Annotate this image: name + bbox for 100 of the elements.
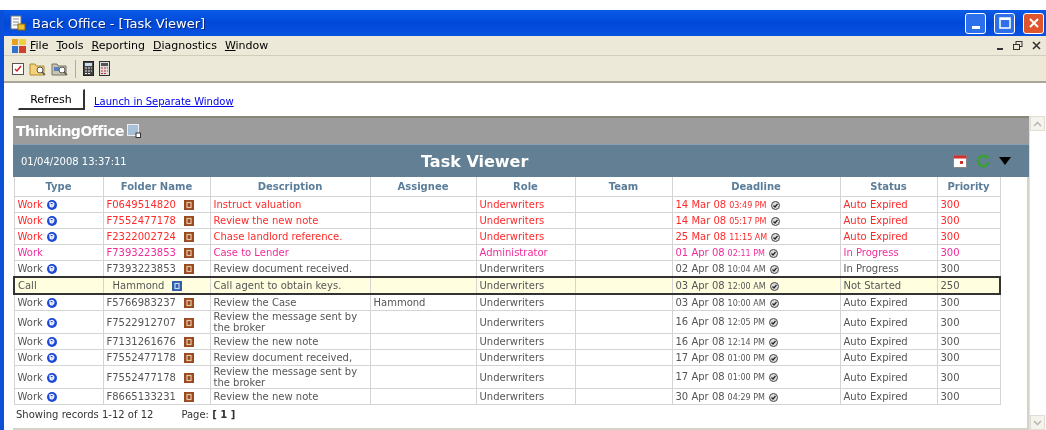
window-icon[interactable] — [127, 124, 142, 138]
task-status: Auto Expired — [843, 391, 908, 402]
clock-icon — [769, 264, 779, 274]
table-row[interactable]: Work F8665133231 Review the new note Underwriters 30 Apr 08 04:29 PM Auto Expired 300 — [14, 388, 1000, 405]
case-icon[interactable] — [183, 264, 194, 274]
case-icon[interactable] — [183, 392, 194, 402]
role-name: Underwriters — [479, 199, 545, 210]
column-header[interactable]: Team — [608, 181, 639, 192]
column-header[interactable]: Type — [45, 181, 72, 192]
deadline-time: 12:05 PM — [727, 318, 765, 327]
app-icon — [10, 15, 26, 31]
clock-icon — [768, 373, 778, 382]
deadline-date: 02 Apr 08 — [675, 262, 725, 274]
close-icon — [1031, 41, 1041, 50]
assignee-name: Hammond — [373, 297, 426, 308]
task-status: Auto Expired — [843, 199, 908, 210]
clock-icon — [769, 298, 779, 308]
task-priority: 300 — [940, 371, 960, 383]
menu-item[interactable]: File — [26, 39, 53, 52]
case-icon[interactable] — [183, 248, 194, 258]
task-priority: 300 — [940, 215, 960, 226]
table-row[interactable]: Work F5766983237 Review the Case Hammond Underwriters 03 Apr 08 10:00 AM Auto Expired 300 — [14, 294, 1000, 311]
calendar-icon[interactable] — [953, 154, 967, 168]
calculator-icon[interactable] — [99, 61, 110, 76]
table-row[interactable]: Work F7552477178 Review document received, Underwriters 17 Apr 08 01:00 PM Auto Expired 300 — [14, 349, 1000, 366]
clock-icon — [768, 248, 778, 258]
table-row[interactable]: Work F7393223853 Case to Lender Administrator 01 Apr 08 02:11 PM In Progress 300 — [14, 244, 1000, 261]
task-status: Auto Expired — [843, 336, 908, 347]
task-description: Review the new note — [213, 391, 319, 402]
menu-item[interactable]: Window — [220, 39, 273, 52]
menu-item[interactable]: Diagnostics — [149, 39, 221, 52]
deadline-date: 30 Apr 08 — [675, 390, 725, 402]
folder-name: Hammond — [112, 280, 165, 291]
viewer-title: Task Viewer — [421, 151, 530, 171]
deadline-date: 14 Mar 08 — [675, 198, 727, 210]
clock-icon — [768, 353, 778, 363]
deadline-date: 25 Mar 08 — [675, 230, 727, 242]
dropdown-arrow-icon[interactable] — [999, 157, 1011, 165]
task-description: Chase landlord reference. — [213, 231, 343, 242]
task-status: Auto Expired — [843, 297, 908, 308]
clock-icon — [769, 281, 779, 291]
deadline-time: 10:00 AM — [727, 298, 766, 308]
case-icon[interactable] — [183, 216, 194, 226]
role-name: Underwriters — [479, 336, 545, 347]
menu-item[interactable]: Tools — [52, 39, 88, 52]
task-status: Auto Expired — [843, 352, 908, 363]
case-icon[interactable] — [183, 200, 194, 210]
table-row[interactable]: Work F0649514820 Instruct valuation Underwriters 14 Mar 08 03:49 PM Auto Expired 300 — [14, 196, 1000, 213]
table-row[interactable]: Work F7522912707 Review the message sent by the broker Underwriters 16 Apr 08 12:05 PM Auto Expired 300 — [14, 310, 1000, 334]
deadline-time: 11:15 AM — [729, 232, 768, 242]
contact-icon[interactable] — [172, 281, 183, 291]
page-label: Page: [ 1 ] — [181, 409, 236, 420]
table-row[interactable]: Work F2322002724 Chase landlord reference. Underwriters 25 Mar 08 11:15 AM Auto Expired 300 — [14, 228, 1000, 245]
clock-icon — [771, 232, 781, 242]
table-row[interactable]: Work F7552477178 Review the message sent by the broker Underwriters 17 Apr 08 01:00 PM Auto Expired 300 — [14, 365, 1000, 389]
table-row[interactable]: Call Hammond Call agent to obtain keys. Underwriters 03 Apr 08 12:00 AM Not Started 250 — [14, 277, 1000, 294]
refresh-button[interactable]: Refresh — [18, 89, 85, 110]
close-icon — [1027, 17, 1040, 29]
task-priority: 300 — [940, 231, 960, 242]
clock-icon — [768, 318, 778, 327]
deadline-time: 12:14 PM — [727, 337, 765, 347]
launch-window-link[interactable]: Launch in Separate Window — [94, 96, 234, 107]
deadline-date: 14 Mar 08 — [675, 214, 727, 226]
task-type: Work — [17, 391, 43, 402]
column-header[interactable]: Role — [513, 181, 538, 192]
table-row[interactable]: Work F7552477178 Review the new note Underwriters 14 Mar 08 05:17 PM Auto Expired 300 — [14, 212, 1000, 229]
folder-name: F7552477178 — [106, 371, 176, 383]
close-button[interactable] — [1023, 12, 1044, 34]
folder-name: F7522912707 — [106, 316, 176, 328]
deadline-time: 12:00 AM — [727, 281, 766, 291]
task-priority: 300 — [940, 336, 960, 347]
task-description: Case to Lender — [213, 247, 289, 258]
task-type-icon — [46, 392, 57, 402]
task-priority: 250 — [940, 280, 960, 291]
folder-search-icon[interactable] — [29, 61, 46, 76]
role-name: Underwriters — [479, 391, 545, 402]
menu-item[interactable]: Reporting — [87, 39, 149, 52]
maximize-button[interactable] — [994, 12, 1015, 34]
case-icon[interactable] — [183, 298, 194, 308]
task-description: Review the Case — [213, 297, 297, 308]
case-icon[interactable] — [183, 232, 194, 242]
case-icon[interactable] — [183, 353, 194, 363]
role-name: Underwriters — [479, 371, 545, 383]
column-header[interactable]: Deadline — [731, 181, 781, 192]
checklist-icon[interactable] — [12, 62, 24, 75]
calculator-icon[interactable] — [83, 61, 94, 76]
clock-icon — [770, 216, 780, 226]
app-menu-icon[interactable] — [12, 38, 26, 53]
deadline-date: 01 Apr 08 — [675, 246, 725, 258]
minimize-button[interactable] — [965, 12, 986, 34]
task-type-icon — [46, 372, 57, 383]
folder-search-icon[interactable] — [51, 61, 68, 76]
case-icon[interactable] — [183, 317, 194, 328]
case-icon[interactable] — [183, 337, 194, 347]
role-name: Underwriters — [479, 297, 545, 308]
case-icon[interactable] — [183, 372, 194, 383]
role-name: Underwriters — [479, 316, 545, 328]
deadline-date: 03 Apr 08 — [675, 279, 725, 291]
table-row[interactable]: Work F7131261676 Review the new note Underwriters 16 Apr 08 12:14 PM Auto Expired 300 — [14, 333, 1000, 350]
deadline-date: 03 Apr 08 — [675, 296, 725, 308]
